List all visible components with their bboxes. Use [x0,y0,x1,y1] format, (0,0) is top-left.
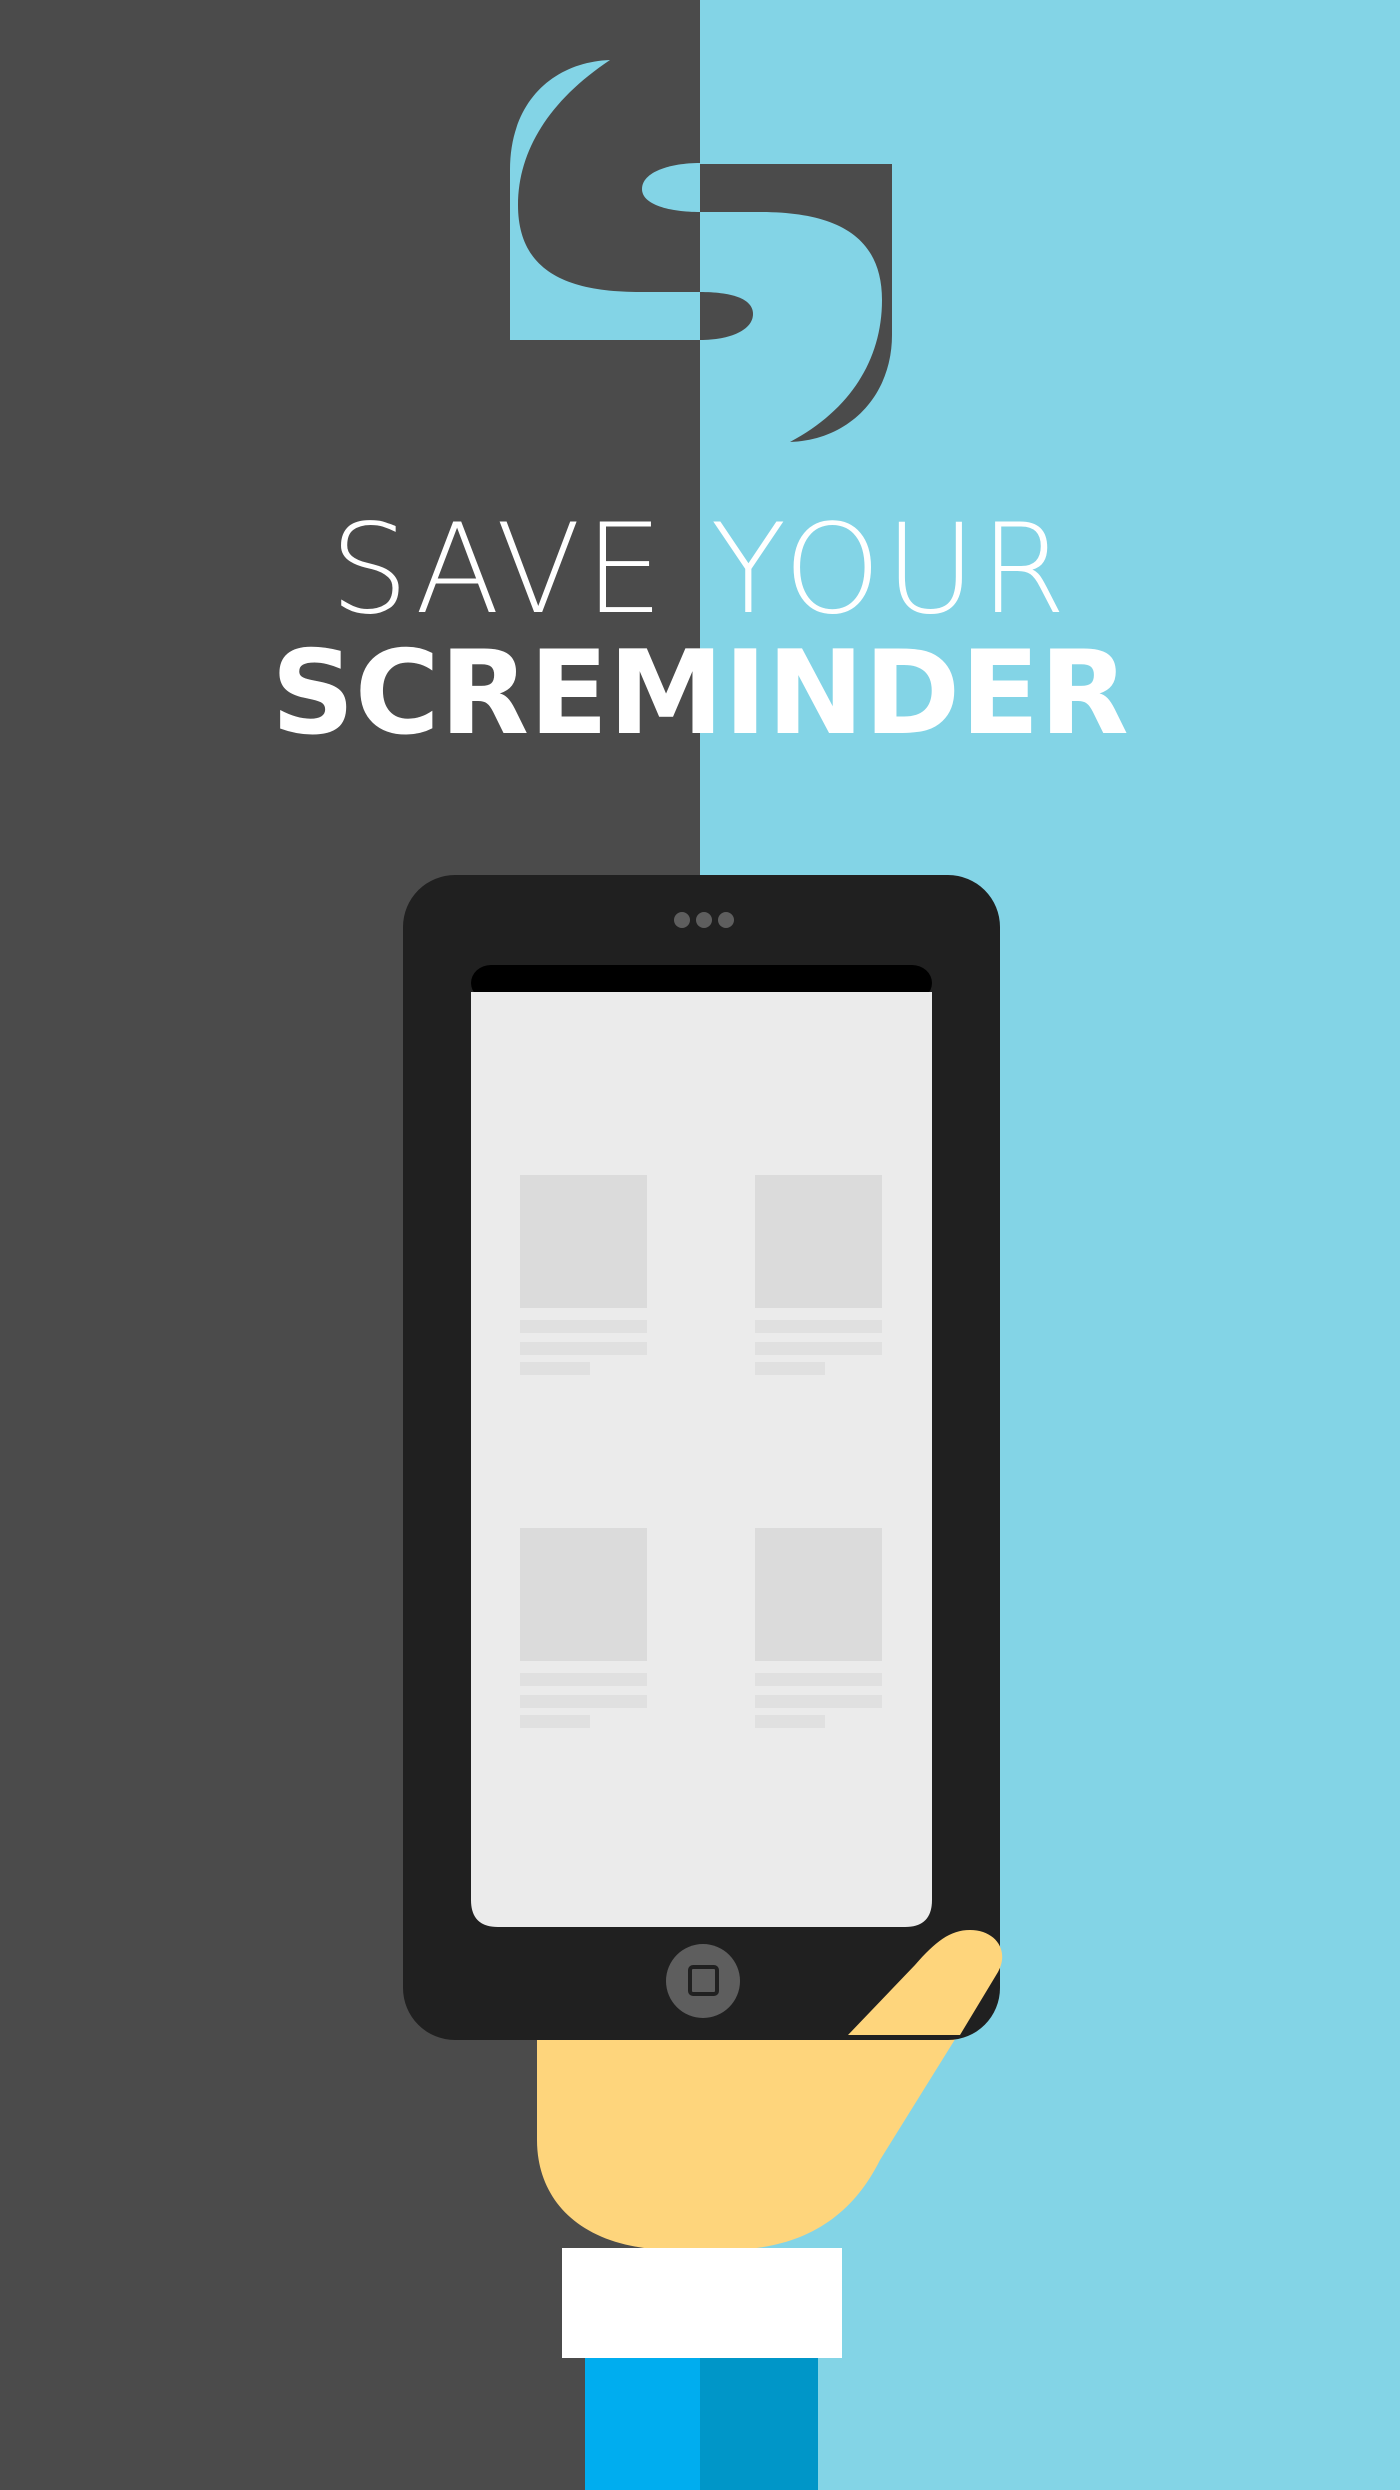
screen-card [520,1528,647,1728]
screen-card [755,1528,882,1728]
headline-line-1: SAVE YOUR [330,498,1070,642]
screen-card [520,1175,647,1375]
home-button-icon [666,1944,740,2018]
phone-camera-dots-icon [674,912,734,928]
sleeve-left [585,2358,700,2490]
headline-line-2: SCREMINDER [271,626,1129,761]
sleeve-right [700,2358,818,2490]
shirt-cuff [562,2248,842,2358]
screen-card [755,1175,882,1375]
smartphone [403,875,1000,2040]
phone-screen [471,992,932,1927]
poster-illustration [0,0,1400,2490]
headline: SAVE YOUR SCREMINDER [0,505,1400,759]
